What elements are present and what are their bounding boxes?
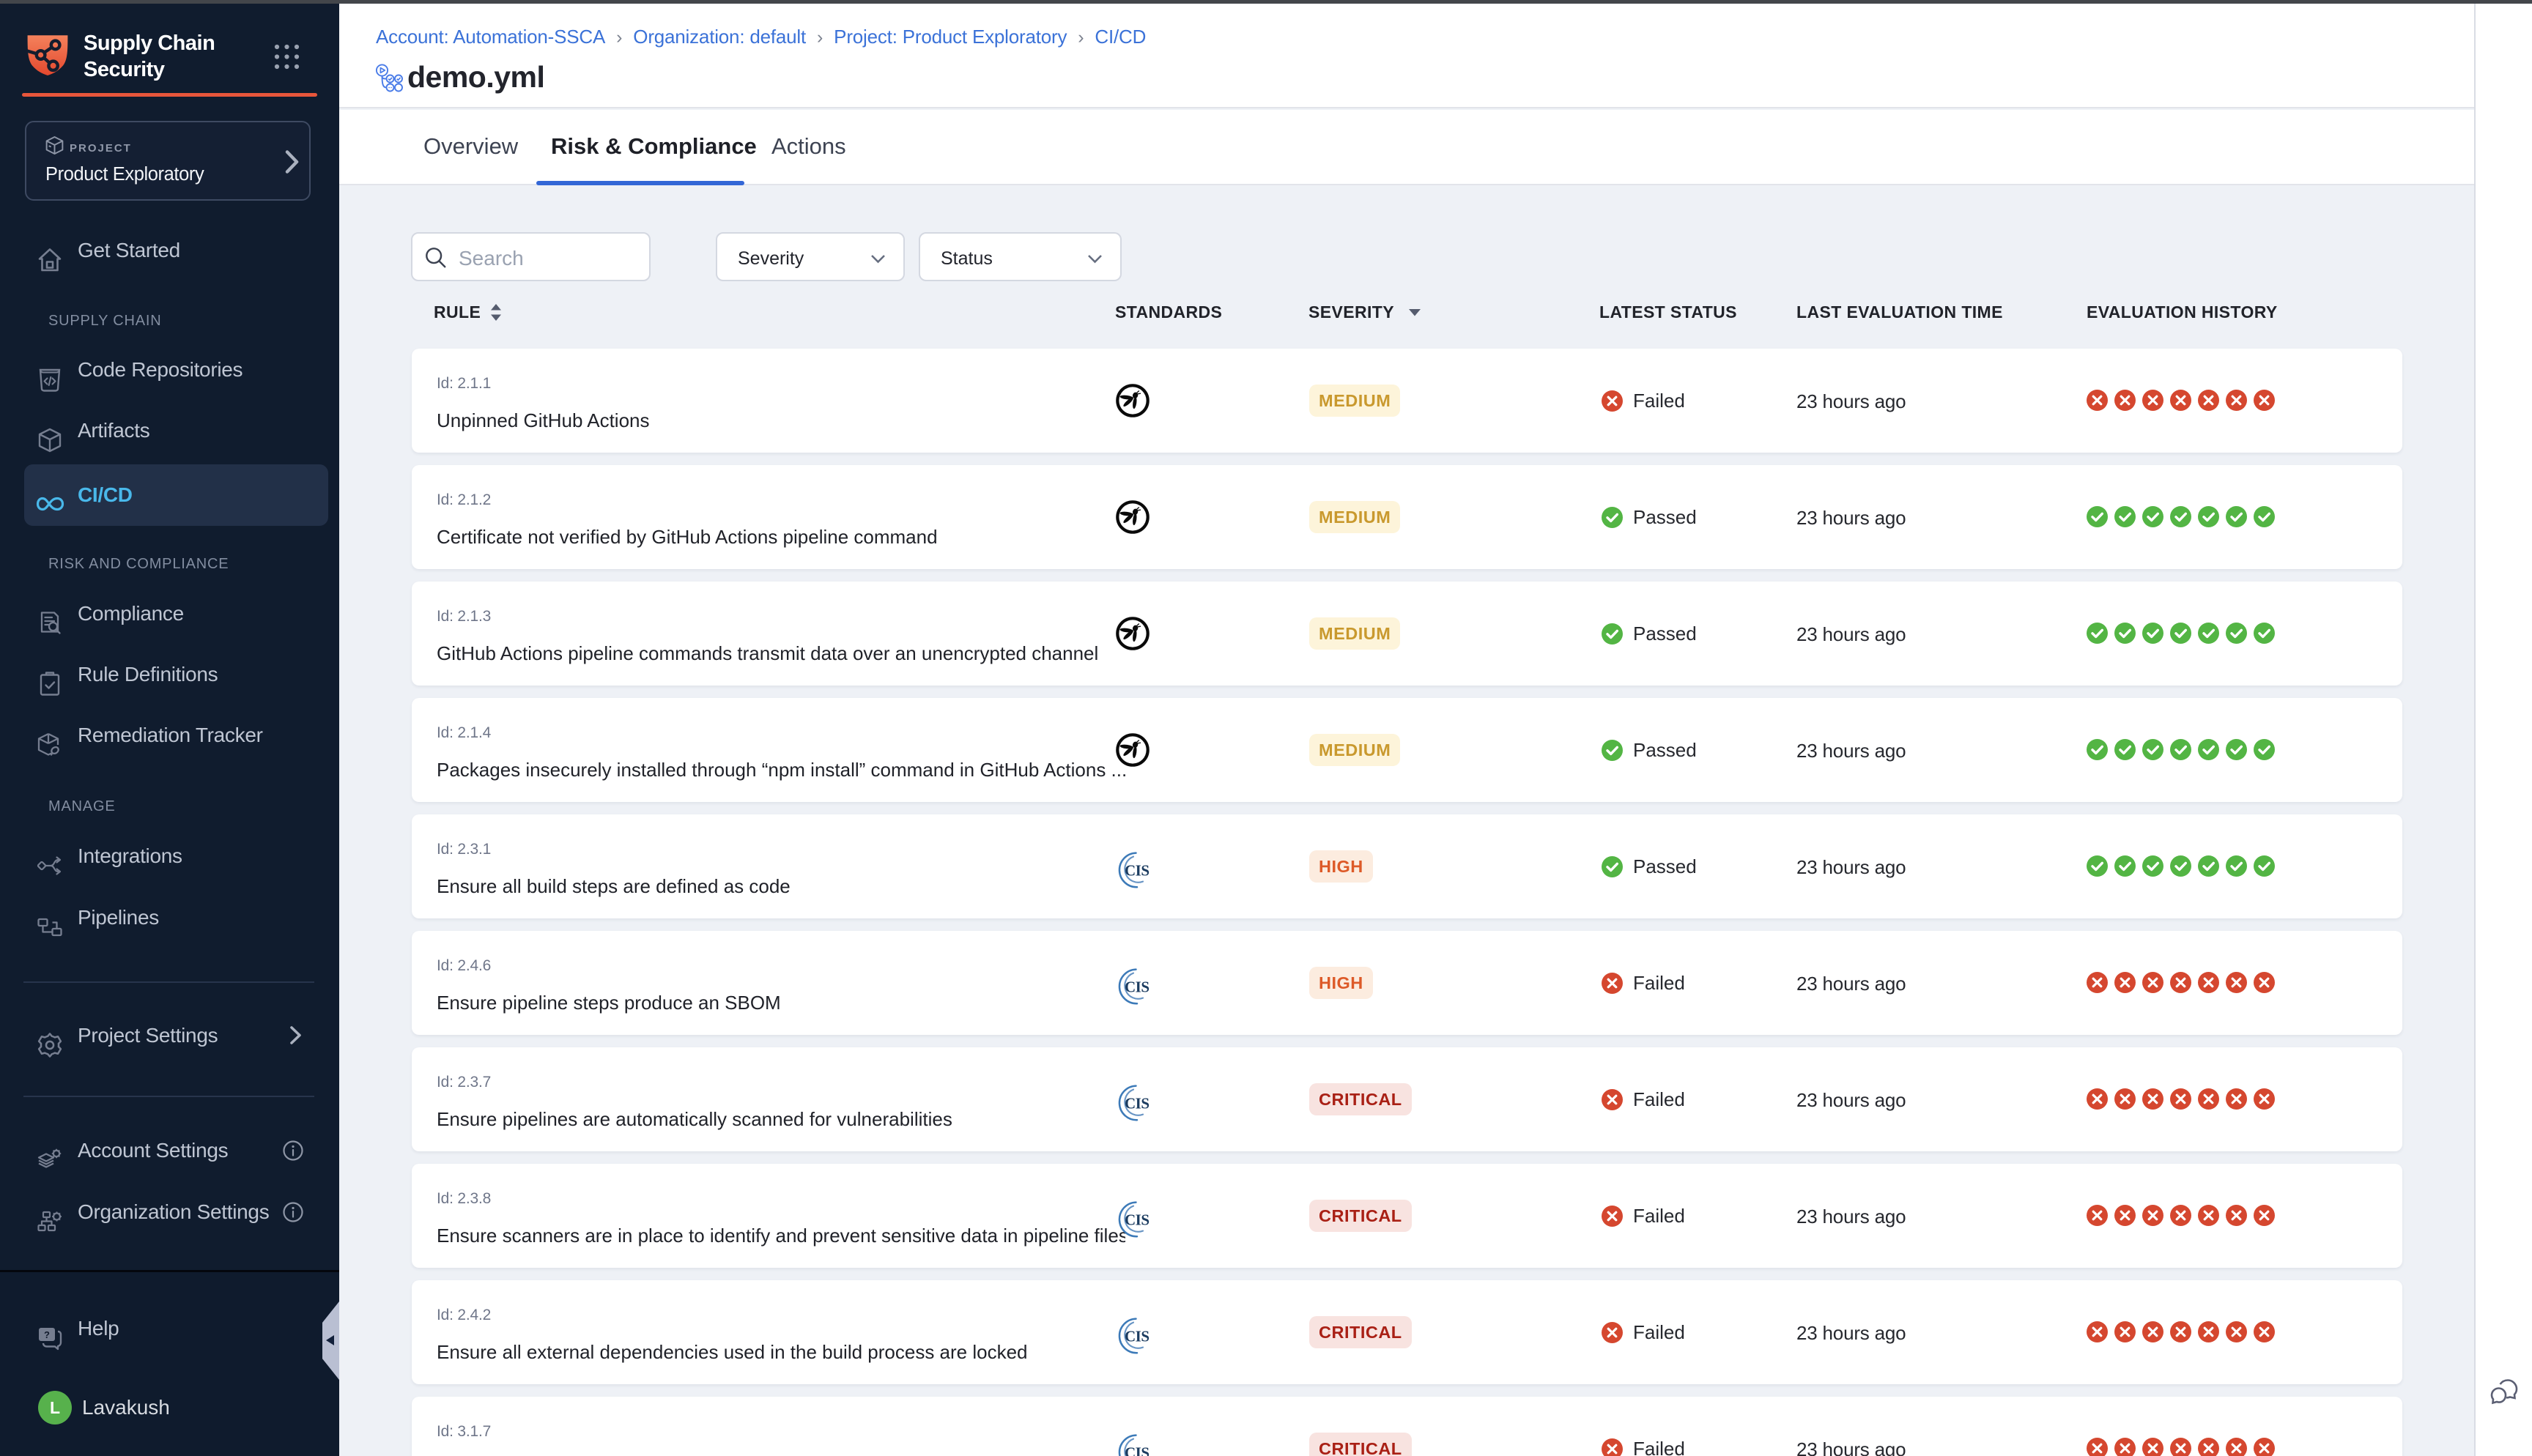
svg-text:CIS: CIS (1125, 1211, 1150, 1229)
svg-text:CIS: CIS (1125, 862, 1150, 880)
svg-text:CIS: CIS (1125, 1328, 1150, 1345)
svg-text:CIS: CIS (1125, 978, 1150, 996)
svg-text:CIS: CIS (1125, 1095, 1150, 1113)
svg-text:CIS: CIS (1125, 1444, 1150, 1456)
svg-text:?: ? (44, 1329, 50, 1340)
